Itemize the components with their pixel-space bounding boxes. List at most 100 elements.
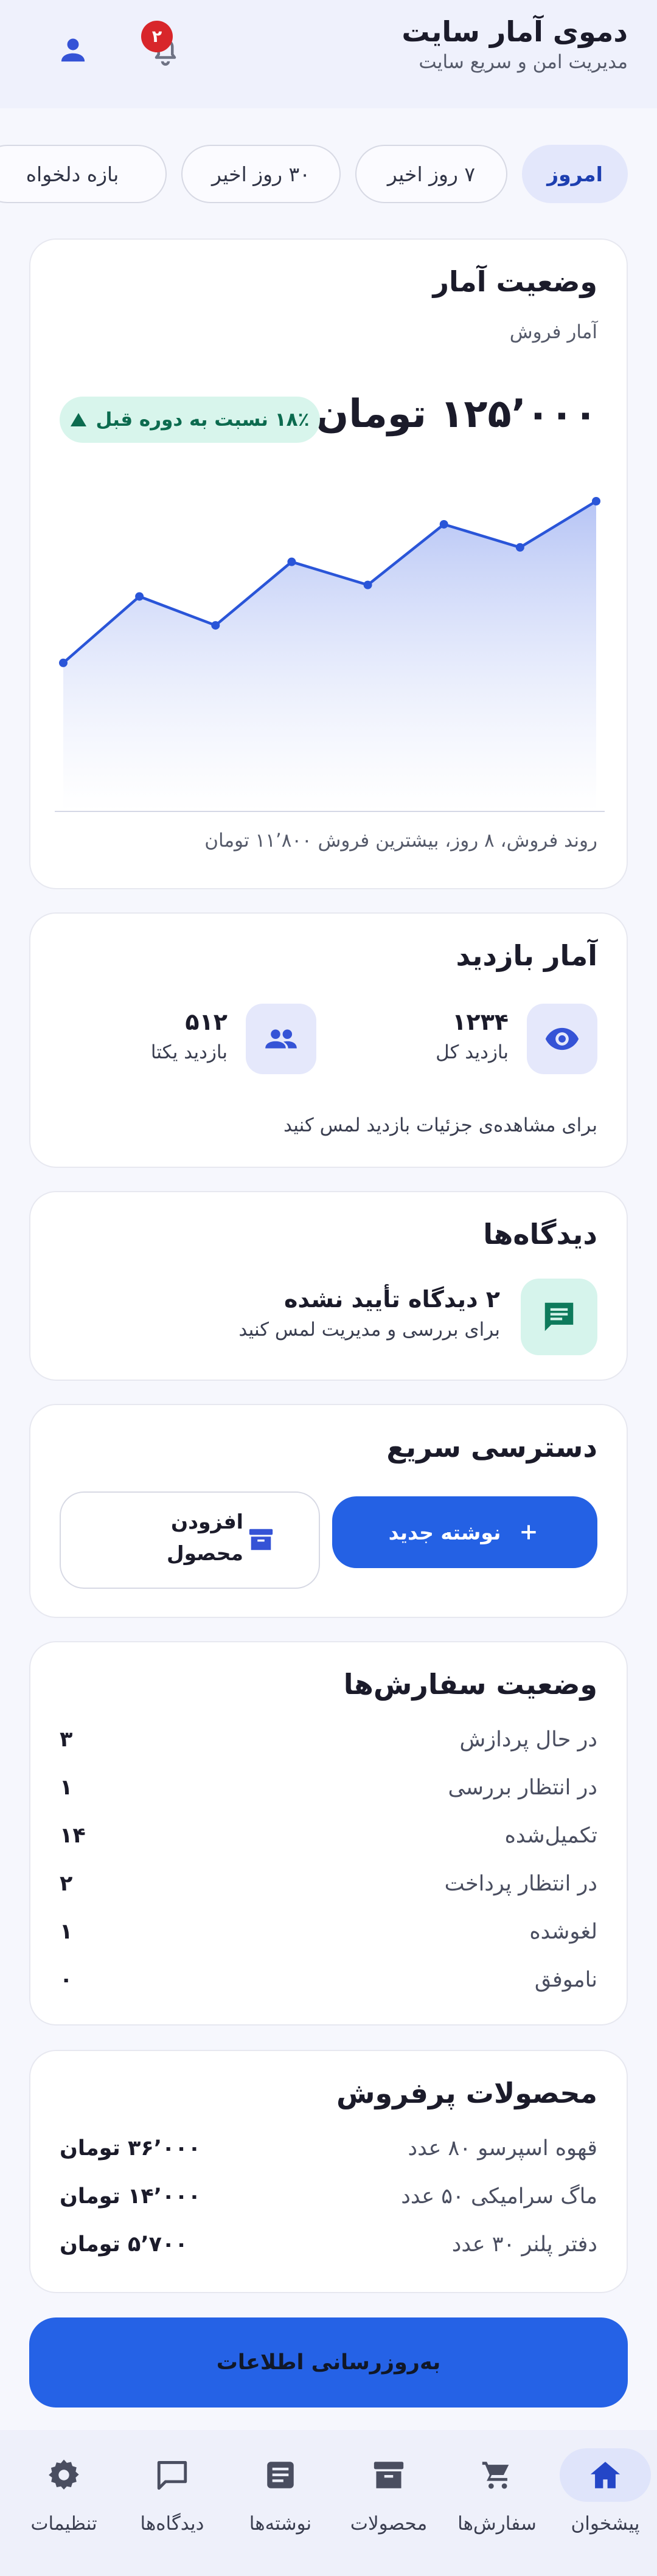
order-label: در انتظار بررسی (448, 1776, 598, 1800)
order-row: تکمیل‌شده ۱۴ (60, 1824, 597, 1860)
sales-point-5 (363, 580, 372, 589)
nav-dashboard-indicator (560, 2448, 651, 2502)
brand: دموی آمار سایت مدیریت امن و سریع سایت (401, 13, 628, 74)
bottom-navigation: پیشخوان سفارش‌ها محصولات (0, 2430, 657, 2576)
nav-products[interactable]: محصولات (337, 2448, 440, 2564)
order-label: تکمیل‌شده (504, 1824, 597, 1848)
orders-status-card[interactable]: وضعیت سفارش‌ها در حال پردازش ۳ در انتظار… (29, 1641, 628, 2026)
sales-point-1 (59, 658, 68, 667)
app-header: دموی آمار سایت مدیریت امن و سریع سایت ۲ (0, 0, 657, 108)
archive-box-icon (249, 1529, 273, 1550)
total-visits-label: بازدید کل (436, 1041, 509, 1063)
visits-hint: برای مشاهده‌ی جزئیات بازدید لمس کنید (283, 1114, 597, 1136)
cart-icon (482, 2462, 509, 2489)
notifications-button[interactable]: ۲ (135, 19, 196, 80)
nav-settings[interactable]: تنظیمات (12, 2448, 116, 2564)
nav-orders[interactable]: سفارش‌ها (445, 2448, 549, 2564)
sales-point-2 (135, 592, 144, 601)
sales-total-value: ۱۲۵٬۰۰۰ تومان (315, 392, 597, 437)
person-icon (61, 38, 85, 62)
chip-today[interactable]: امروز (522, 145, 628, 203)
product-name: ماگ سرامیکی ۵۰ عدد (401, 2184, 597, 2209)
nav-icon-wrap (343, 2448, 434, 2502)
order-count: ۰ (60, 1968, 73, 1992)
order-count: ۱ (60, 1776, 73, 1800)
chat-bubble-icon (157, 2461, 187, 2490)
order-row: ناموفق ۰ (60, 1968, 597, 2004)
comments-hint: برای بررسی و مدیریت لمس کنید (238, 1319, 500, 1341)
nav-icon-wrap (235, 2448, 326, 2502)
nav-orders-label: سفارش‌ها (457, 2513, 537, 2535)
chip-7-days[interactable]: ۷ روز اخیر (355, 145, 507, 203)
nav-icon-wrap (127, 2448, 218, 2502)
sales-point-3 (211, 621, 220, 630)
nav-comments[interactable]: دیدگاه‌ها (120, 2448, 224, 2564)
nav-icon-wrap (18, 2448, 109, 2502)
profile-button[interactable] (43, 19, 103, 80)
nav-posts[interactable]: نوشته‌ها (229, 2448, 332, 2564)
order-row: در حال پردازش ۳ (60, 1727, 597, 1764)
people-icon-container (246, 1004, 316, 1074)
quick-access-card: دسترسی سریع نوشته جدید افزودن محصول (29, 1404, 628, 1618)
sales-stats-card[interactable]: وضعیت آمار آمار فروش ۱۲۵٬۰۰۰ تومان ۱۸٪ ن… (29, 238, 628, 889)
nav-posts-label: نوشته‌ها (249, 2513, 312, 2535)
order-count: ۲ (60, 1872, 73, 1896)
order-label: در حال پردازش (459, 1727, 597, 1752)
order-row: در انتظار پرداخت ۲ (60, 1872, 597, 1908)
order-count: ۳ (60, 1727, 73, 1752)
add-product-button[interactable]: افزودن محصول (60, 1491, 320, 1589)
sales-point-7 (515, 543, 524, 552)
sales-point-6 (439, 519, 448, 529)
comments-card-title: دیدگاه‌ها (483, 1218, 597, 1251)
product-revenue: ۵٬۷۰۰ تومان (60, 2232, 188, 2257)
eye-icon-container (527, 1004, 597, 1074)
comment-icon-container (521, 1279, 597, 1355)
unique-visits-label: بازدید یکتا (150, 1041, 228, 1063)
plus-icon (521, 1525, 537, 1540)
refresh-data-button[interactable]: به‌روزرسانی اطلاعات (29, 2317, 628, 2408)
best-sellers-card[interactable]: محصولات پرفروش قهوه اسپرسو ۸۰ عدد ۳۶٬۰۰۰… (29, 2050, 628, 2293)
period-filter-chips: امروز ۷ روز اخیر ۳۰ روز اخیر بازه دلخواه (0, 145, 657, 203)
app-title: دموی آمار سایت (401, 15, 628, 48)
order-label: ناموفق (534, 1968, 597, 1992)
new-post-button[interactable]: نوشته جدید (332, 1496, 597, 1568)
trend-up-icon (70, 413, 86, 426)
chip-30-days[interactable]: ۳۰ روز اخیر (181, 145, 341, 203)
chip-custom-range[interactable]: بازه دلخواه (0, 145, 167, 203)
quick-access-title: دسترسی سریع (386, 1431, 597, 1463)
trend-badge: ۱۸٪ نسبت به دوره قبل (60, 397, 320, 443)
total-visits-stat: ۱۲۳۴ بازدید کل (391, 1004, 597, 1074)
sales-point-8 (592, 497, 600, 505)
product-row: ماگ سرامیکی ۵۰ عدد ۱۴٬۰۰۰ تومان (60, 2184, 597, 2221)
product-name: قهوه اسپرسو ۸۰ عدد (408, 2136, 597, 2161)
visits-card-title: آمار بازدید (456, 939, 598, 972)
sales-card-subtitle: آمار فروش (509, 321, 597, 343)
sales-point-4 (287, 557, 296, 566)
sales-card-title: وضعیت آمار (433, 265, 598, 298)
trend-label: ۱۸٪ نسبت به دوره قبل (96, 409, 310, 431)
article-icon (267, 2462, 294, 2488)
product-row: دفتر پلنر ۳۰ عدد ۵٬۷۰۰ تومان (60, 2232, 597, 2269)
visits-card[interactable]: آمار بازدید ۱۲۳۴ بازدید کل ۵۱۲ بازدید یک… (29, 912, 628, 1168)
eye-icon (545, 1027, 579, 1050)
unique-visits-stat: ۵۱۲ بازدید یکتا (109, 1004, 316, 1074)
add-product-label: افزودن محصول (166, 1510, 243, 1565)
comments-card[interactable]: دیدگاه‌ها ۲ دیدگاه تأیید نشده برای بررسی… (29, 1191, 628, 1381)
sales-trend-chart (55, 497, 605, 812)
pending-comments: ۲ دیدگاه تأیید نشده (284, 1286, 500, 1313)
nav-icon-wrap (451, 2448, 543, 2502)
best-sellers-title: محصولات پرفروش (336, 2077, 597, 2109)
nav-dashboard[interactable]: پیشخوان (554, 2448, 657, 2564)
product-name: دفتر پلنر ۳۰ عدد (451, 2232, 597, 2257)
nav-products-label: محصولات (350, 2513, 428, 2535)
nav-settings-label: تنظیمات (30, 2513, 97, 2535)
order-row: در انتظار بررسی ۱ (60, 1776, 597, 1812)
order-count: ۱ (60, 1920, 73, 1944)
order-row: لغوشده ۱ (60, 1920, 597, 1956)
chart-caption: روند فروش، ۸ روز، بیشترین فروش ۱۱٬۸۰۰ تو… (204, 830, 597, 852)
comment-icon (544, 1302, 574, 1331)
new-post-label: نوشته جدید (388, 1520, 501, 1544)
orders-card-title: وضعیت سفارش‌ها (343, 1668, 597, 1701)
nav-comments-label: دیدگاه‌ها (140, 2513, 204, 2535)
order-label: در انتظار پرداخت (444, 1872, 597, 1896)
